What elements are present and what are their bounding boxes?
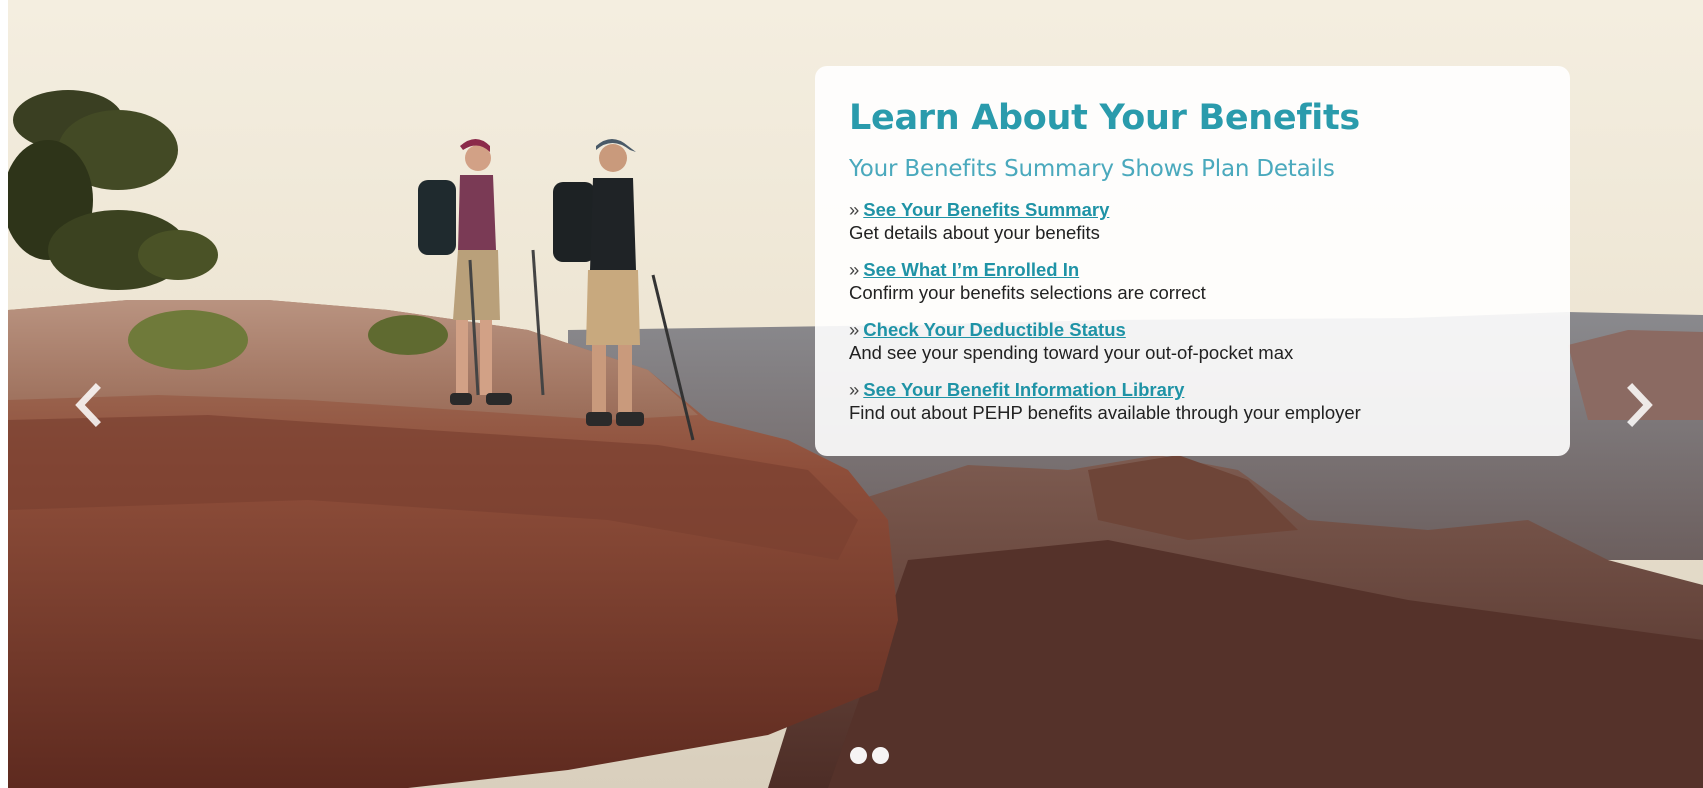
library-item: » See Your Benefit Information Library Fi… xyxy=(849,378,1536,424)
carousel-prev-button[interactable] xyxy=(68,380,108,430)
benefit-library-link[interactable]: See Your Benefit Information Library xyxy=(863,379,1184,400)
bullet-marker: » xyxy=(849,199,860,220)
see-enrolled-link[interactable]: See What I’m Enrolled In xyxy=(863,259,1079,280)
hero-carousel: Learn About Your Benefits Your Benefits … xyxy=(8,0,1703,788)
slide-indicator-1[interactable] xyxy=(850,747,867,764)
enrolled-description: Confirm your benefits selections are cor… xyxy=(849,282,1206,303)
slide-indicator-2[interactable] xyxy=(872,747,889,764)
benefits-info-panel: Learn About Your Benefits Your Benefits … xyxy=(815,66,1570,456)
enrolled-item: » See What I’m Enrolled In Confirm your b… xyxy=(849,258,1536,304)
carousel-next-button[interactable] xyxy=(1620,380,1660,430)
benefits-summary-item: » See Your Benefits Summary Get details a… xyxy=(849,198,1536,244)
deductible-description: And see your spending toward your out-of… xyxy=(849,342,1294,363)
chevron-left-icon xyxy=(75,383,101,427)
bullet-marker: » xyxy=(849,259,860,280)
see-benefits-summary-link[interactable]: See Your Benefits Summary xyxy=(863,199,1109,220)
library-description: Find out about PEHP benefits available t… xyxy=(849,402,1361,423)
panel-subheading: Your Benefits Summary Shows Plan Details xyxy=(849,156,1335,182)
benefits-summary-description: Get details about your benefits xyxy=(849,222,1100,243)
bullet-marker: » xyxy=(849,319,860,340)
chevron-right-icon xyxy=(1627,383,1653,427)
bullet-marker: » xyxy=(849,379,860,400)
panel-heading: Learn About Your Benefits xyxy=(849,98,1360,138)
deductible-item: » Check Your Deductible Status And see yo… xyxy=(849,318,1536,364)
check-deductible-link[interactable]: Check Your Deductible Status xyxy=(863,319,1126,340)
carousel-indicators xyxy=(850,747,889,764)
